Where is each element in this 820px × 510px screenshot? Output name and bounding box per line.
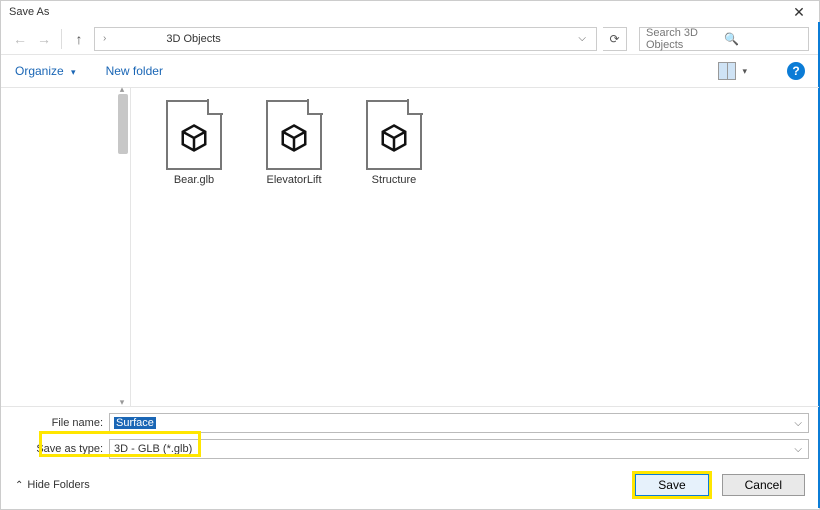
save-button[interactable]: Save [635, 474, 708, 496]
organize-menu[interactable]: Organize ▾ [15, 64, 76, 78]
footer: ⌃ Hide Folders Save Cancel [1, 463, 819, 509]
scrollbar-thumb[interactable] [118, 94, 128, 154]
search-icon: 🔍 [724, 32, 802, 46]
save-as-dialog: Save As ✕ ← → ↑ › 3D Objects ⌵ ⟳ Search … [0, 0, 820, 510]
file-label: ElevatorLift [266, 174, 321, 186]
nav-separator [61, 29, 62, 49]
search-placeholder: Search 3D Objects [646, 27, 724, 51]
file-item[interactable]: Bear.glb [159, 100, 229, 186]
toolbar: Organize ▾ New folder ▾ ? [1, 55, 819, 87]
savetype-select[interactable]: 3D - GLB (*.glb) ⌵ [109, 439, 809, 459]
organize-label: Organize [15, 64, 64, 78]
savetype-value: 3D - GLB (*.glb) [114, 443, 192, 455]
chevron-down-icon[interactable]: ⌵ [794, 418, 802, 429]
save-form: File name: Surface ⌵ Save as type: 3D - … [1, 406, 819, 463]
chevron-down-icon: ▾ [742, 66, 747, 77]
file-item[interactable]: Structure [359, 100, 429, 186]
file-3d-icon [266, 100, 322, 170]
path-chevron-icon: › [103, 33, 106, 44]
annotation-highlight: Save [632, 471, 711, 499]
nav-row: ← → ↑ › 3D Objects ⌵ ⟳ Search 3D Objects… [1, 23, 819, 55]
filename-row: File name: Surface ⌵ [11, 413, 809, 433]
file-3d-icon [166, 100, 222, 170]
search-input[interactable]: Search 3D Objects 🔍 [639, 27, 809, 51]
view-mode-icon [718, 62, 736, 80]
help-button[interactable]: ? [787, 62, 805, 80]
forward-button[interactable]: → [35, 30, 53, 48]
file-label: Structure [372, 174, 417, 186]
cancel-button[interactable]: Cancel [722, 474, 805, 496]
file-label: Bear.glb [174, 174, 214, 186]
filename-value: Surface [114, 417, 156, 429]
chevron-down-icon[interactable]: ⌵ [794, 444, 802, 455]
chevron-down-icon: ▾ [71, 67, 76, 77]
refresh-button[interactable]: ⟳ [603, 27, 627, 51]
back-button[interactable]: ← [11, 30, 29, 48]
filename-label: File name: [11, 417, 103, 429]
savetype-label: Save as type: [11, 443, 103, 455]
folder-tree[interactable]: ▴ ▾ [1, 88, 131, 406]
hide-folders-label: Hide Folders [27, 479, 89, 491]
up-button[interactable]: ↑ [70, 30, 88, 48]
body-area: ▴ ▾ Bear.glb ElevatorLift [1, 87, 819, 406]
savetype-row: Save as type: 3D - GLB (*.glb) ⌵ [11, 439, 809, 459]
dialog-title: Save As [7, 6, 785, 18]
new-folder-button[interactable]: New folder [106, 64, 163, 78]
close-icon[interactable]: ✕ [785, 4, 813, 21]
current-folder-label: 3D Objects [166, 33, 220, 45]
chevron-up-icon: ⌃ [15, 480, 23, 491]
hide-folders-toggle[interactable]: ⌃ Hide Folders [15, 479, 90, 491]
titlebar: Save As ✕ [1, 1, 819, 23]
file-list: Bear.glb ElevatorLift Structure [131, 88, 819, 406]
filename-input[interactable]: Surface ⌵ [109, 413, 809, 433]
view-toggle[interactable]: ▾ [718, 62, 747, 80]
address-bar[interactable]: › 3D Objects ⌵ [94, 27, 597, 51]
address-dropdown-icon[interactable]: ⌵ [578, 33, 586, 44]
file-3d-icon [366, 100, 422, 170]
file-item[interactable]: ElevatorLift [259, 100, 329, 186]
